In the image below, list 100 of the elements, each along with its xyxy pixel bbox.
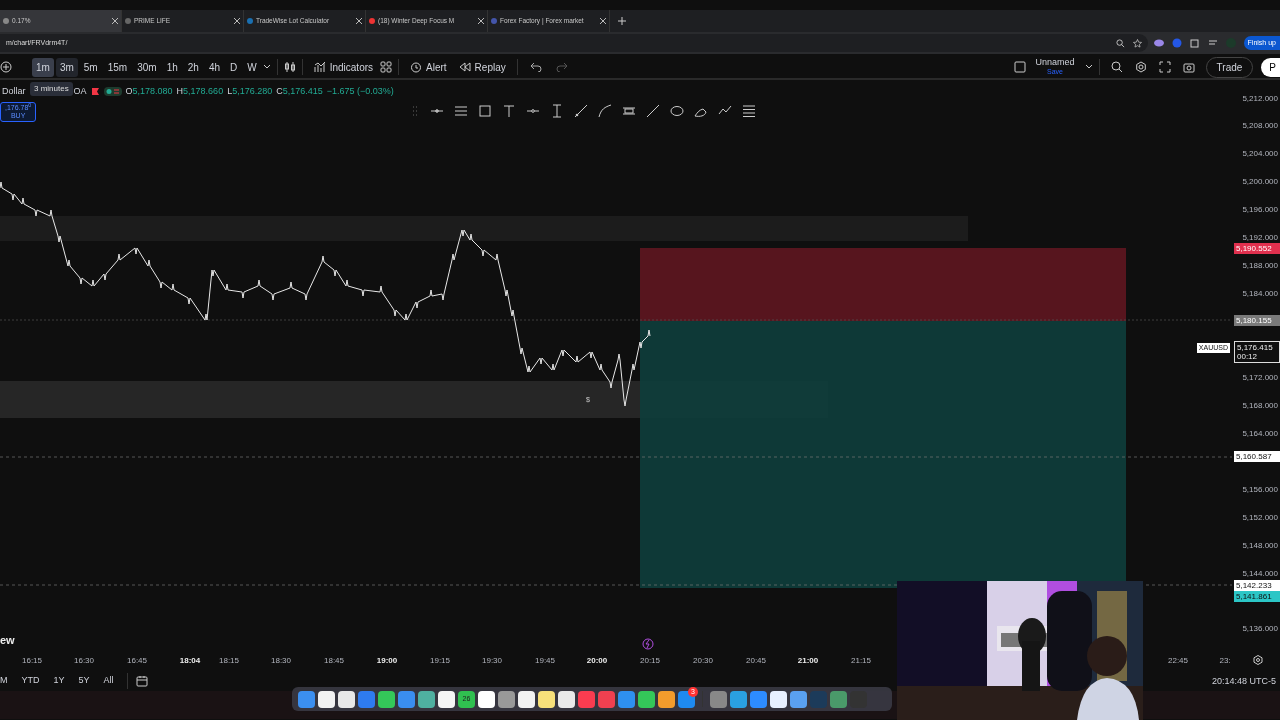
ohlc-value: L5,176.280 <box>227 85 273 98</box>
symbol-name[interactable]: Dollar <box>2 85 26 99</box>
close-icon[interactable] <box>478 18 484 24</box>
app-icon[interactable] <box>558 690 575 708</box>
search-icon[interactable] <box>1110 61 1123 73</box>
text-icon[interactable] <box>502 104 516 118</box>
undo-icon[interactable] <box>529 62 542 72</box>
fullscreen-icon[interactable] <box>1158 61 1171 73</box>
fib-icon[interactable] <box>454 104 468 118</box>
zoom-icon[interactable] <box>1115 38 1125 48</box>
extension-icon[interactable] <box>1153 38 1164 48</box>
curve-icon[interactable] <box>598 104 612 118</box>
app-icon[interactable] <box>538 690 555 708</box>
interval-button[interactable]: 1h <box>162 57 182 77</box>
ohlc-value: H5,178.660 <box>176 85 224 98</box>
time-label: 20:00 <box>586 655 608 667</box>
price-label: 5,196.000 <box>1242 204 1278 216</box>
checkbox-icon[interactable] <box>1013 61 1026 73</box>
line-icon[interactable] <box>646 104 660 118</box>
star-icon[interactable] <box>1132 38 1142 48</box>
ohlc-value: C5,176.415 <box>276 85 323 98</box>
interval-button[interactable]: 5m <box>79 57 102 77</box>
status-icon <box>103 87 122 97</box>
close-icon[interactable] <box>112 18 118 24</box>
replay-button[interactable]: Replay <box>453 57 511 77</box>
price-tag: 5,142.233 <box>1234 580 1280 591</box>
price-label: 5,168.000 <box>1242 400 1278 412</box>
flag-icon[interactable] <box>90 87 100 97</box>
settings-icon[interactable] <box>1253 655 1263 665</box>
time-label: 18:15 <box>219 655 239 667</box>
app-icon[interactable] <box>478 690 495 708</box>
profile-button[interactable]: P <box>1261 57 1280 77</box>
caret-icon[interactable] <box>262 64 271 70</box>
range-button[interactable]: M <box>0 674 13 688</box>
partial-title: ew <box>0 633 15 648</box>
range-button[interactable]: 5Y <box>73 674 95 688</box>
interval-button[interactable]: 2h <box>183 57 203 77</box>
time-label: 20:45 <box>746 655 766 667</box>
camera-icon[interactable] <box>1182 61 1195 73</box>
app-icon[interactable] <box>770 690 787 708</box>
interval-button[interactable]: 4h <box>204 57 224 77</box>
time-label: 16:30 <box>74 655 94 667</box>
extension-icon[interactable] <box>1171 38 1182 48</box>
time-label: 21:15 <box>851 655 871 667</box>
app-icon[interactable] <box>318 690 335 708</box>
redo-icon[interactable] <box>555 62 568 72</box>
price-label: 5,172.000 <box>1242 372 1278 384</box>
ohlc-value: O5,178.080 <box>125 85 173 98</box>
range-button[interactable]: YTD <box>16 674 45 688</box>
app-icon[interactable] <box>638 690 655 708</box>
clock-text[interactable]: 20:14:48 UTC-5 <box>1211 675 1276 689</box>
favicon-icon <box>3 18 9 24</box>
interval-button[interactable]: 3m <box>55 57 78 77</box>
interval-button[interactable]: 15m <box>103 57 132 77</box>
layout-name[interactable]: Unnamed <box>1035 58 1075 67</box>
last-price-tag: 5,176.415 00:12 <box>1234 341 1280 363</box>
alert-button[interactable]: Alert <box>405 57 452 77</box>
candles-icon[interactable] <box>283 61 296 73</box>
app-icon[interactable] <box>658 690 675 708</box>
time-label: 22:45 <box>1168 655 1188 667</box>
add-icon[interactable] <box>0 61 12 73</box>
price-label: 5,200.000 <box>1242 176 1278 188</box>
settings-icon[interactable] <box>1134 61 1147 73</box>
menu-icon[interactable] <box>742 104 756 118</box>
app-icon[interactable] <box>438 690 455 708</box>
interval-button[interactable]: W <box>243 57 261 77</box>
alarm-icon <box>410 61 423 73</box>
ellipse-icon[interactable] <box>670 104 684 118</box>
time-label: 18:04 <box>179 655 201 667</box>
rewind-icon <box>458 62 471 72</box>
time-label: 19:30 <box>482 655 502 667</box>
app-icon[interactable] <box>338 690 355 708</box>
caret-icon[interactable] <box>1084 64 1093 70</box>
close-icon[interactable] <box>600 18 606 24</box>
time-label: 18:30 <box>271 655 291 667</box>
calendar-icon[interactable] <box>135 675 148 687</box>
channel-icon[interactable] <box>622 104 636 118</box>
flash-icon[interactable] <box>642 638 654 650</box>
trend-line-icon[interactable] <box>574 104 588 118</box>
grid-icon[interactable] <box>380 61 393 73</box>
interval-button[interactable]: 30m <box>133 57 161 77</box>
range-button[interactable]: 1Y <box>48 674 70 688</box>
app-icon[interactable] <box>378 690 395 708</box>
interval-button[interactable]: D <box>226 57 242 77</box>
indicators-button[interactable]: Indicators <box>308 57 379 77</box>
range-icon[interactable] <box>550 104 564 118</box>
rectangle-icon[interactable] <box>478 104 492 118</box>
close-icon[interactable] <box>356 18 362 24</box>
puzzle-icon[interactable] <box>1189 38 1200 48</box>
time-label: 18:45 <box>324 655 344 667</box>
change-value: −1.675 (−0.03%) <box>326 85 394 98</box>
time-label: 20:30 <box>693 655 713 667</box>
new-tab-icon[interactable] <box>618 17 626 25</box>
drag-handle-icon[interactable] <box>410 104 420 118</box>
close-icon[interactable] <box>234 18 240 24</box>
interval-button[interactable]: 1m <box>32 57 54 77</box>
price-label: 5,188.000 <box>1242 260 1278 272</box>
range-button[interactable]: All <box>98 674 119 688</box>
app-icon[interactable] <box>518 690 535 708</box>
price-tag: 5,141.861 <box>1234 591 1280 602</box>
